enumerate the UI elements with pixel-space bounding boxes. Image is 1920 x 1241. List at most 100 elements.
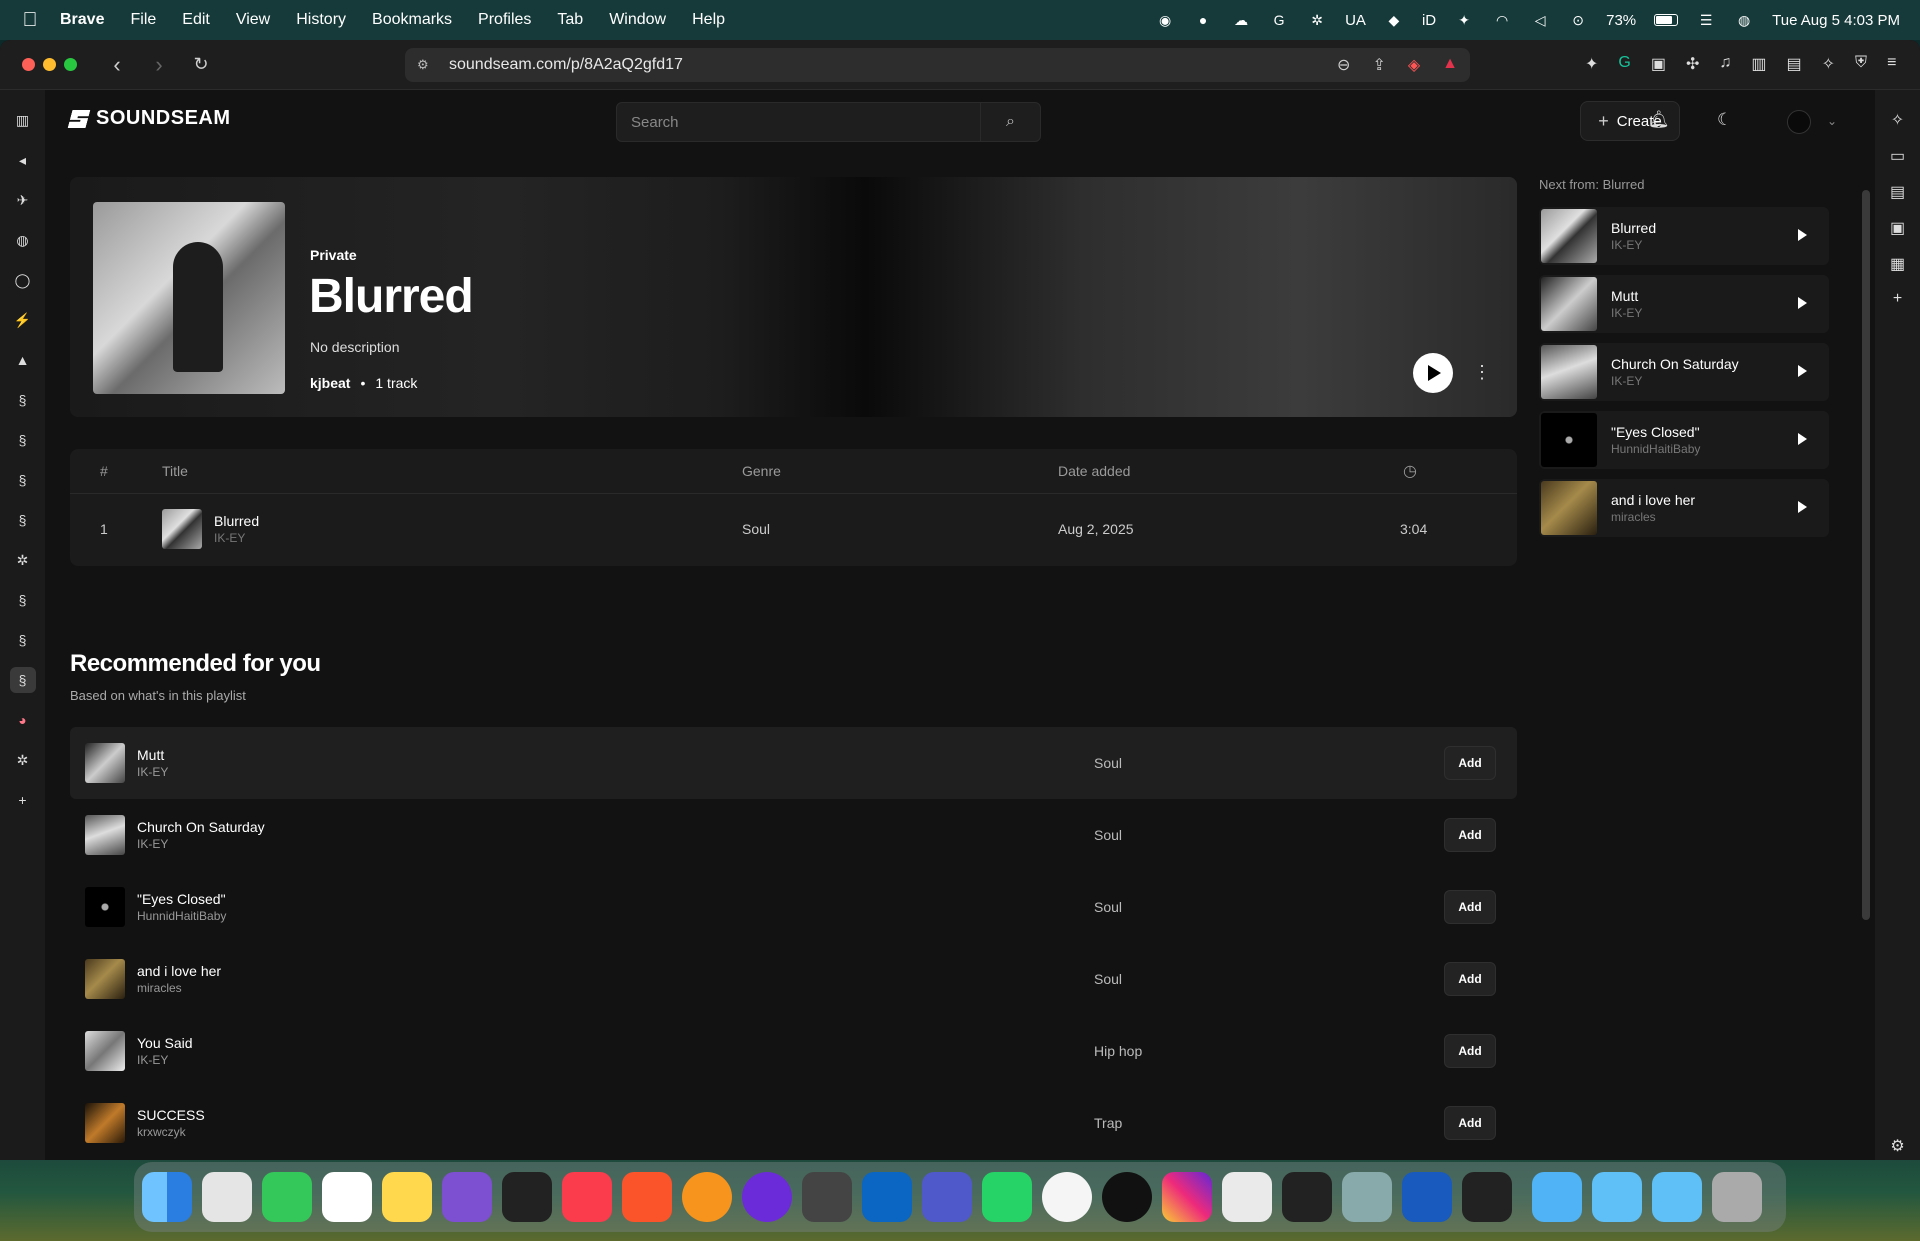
folder-icon[interactable]: [1592, 1172, 1642, 1222]
track-title[interactable]: You Said: [137, 1035, 193, 1051]
media-icon[interactable]: ▭: [1886, 146, 1910, 166]
track-artist[interactable]: miracles: [137, 981, 221, 995]
add-panel-icon[interactable]: +: [1886, 290, 1910, 308]
play-icon[interactable]: [1798, 433, 1807, 445]
gift-icon[interactable]: ✦: [1454, 10, 1474, 30]
pinned-tab-icon[interactable]: ◕: [10, 707, 36, 733]
finder-icon[interactable]: [142, 1172, 192, 1222]
brave-shields-icon[interactable]: ◈: [1408, 55, 1420, 75]
leo-ai-icon[interactable]: ✧: [1822, 54, 1835, 74]
track-title[interactable]: Mutt: [137, 747, 168, 763]
add-tab-icon[interactable]: +: [10, 787, 36, 813]
track-title[interactable]: SUCCESS: [137, 1107, 205, 1123]
word-icon[interactable]: [1402, 1172, 1452, 1222]
id-badge[interactable]: iD: [1422, 12, 1436, 29]
instagram-icon[interactable]: [1162, 1172, 1212, 1222]
soundseam-tab-icon[interactable]: §: [10, 467, 36, 493]
soundseam-tab-icon[interactable]: §: [10, 507, 36, 533]
id-app-icon[interactable]: [1462, 1172, 1512, 1222]
control-center-icon[interactable]: ☰: [1696, 10, 1716, 30]
extension-icon[interactable]: ▣: [1651, 54, 1666, 74]
apple-icon[interactable]: : [0, 9, 60, 32]
avatar[interactable]: [1787, 110, 1811, 134]
sidebar-panel-icon[interactable]: ▥: [10, 107, 36, 133]
col-genre[interactable]: Genre: [742, 463, 781, 479]
app-icon[interactable]: [742, 1172, 792, 1222]
menubar-extra-icon[interactable]: ●: [1193, 10, 1213, 30]
launchpad-icon[interactable]: [202, 1172, 252, 1222]
add-button[interactable]: Add: [1444, 890, 1496, 924]
list-item[interactable]: You Said IK-EY Hip hop Add: [70, 1015, 1517, 1087]
soundseam-tab-icon[interactable]: §: [10, 427, 36, 453]
play-icon[interactable]: [1798, 501, 1807, 513]
address-bar[interactable]: ⚙ soundseam.com/p/8A2aQ2gfd17 ⊖ ⇪ ◈ ▲: [405, 48, 1470, 82]
play-icon[interactable]: [1798, 365, 1807, 377]
add-button[interactable]: Add: [1444, 962, 1496, 996]
app-icon[interactable]: [1222, 1172, 1272, 1222]
forward-icon[interactable]: ›: [149, 52, 169, 78]
whatsapp-icon[interactable]: [982, 1172, 1032, 1222]
list-item[interactable]: Mutt IK-EY Soul Add: [70, 727, 1517, 799]
soundseam-tab-icon[interactable]: §: [10, 587, 36, 613]
app-icon[interactable]: [502, 1172, 552, 1222]
trash-icon[interactable]: [1712, 1172, 1762, 1222]
menu-app-name[interactable]: Brave: [60, 11, 104, 29]
messages-icon[interactable]: [262, 1172, 312, 1222]
leo-icon[interactable]: ✧: [1886, 110, 1910, 130]
piano-icon[interactable]: [1282, 1172, 1332, 1222]
cloud-icon[interactable]: ☁: [1231, 10, 1251, 30]
app-icon[interactable]: [1102, 1172, 1152, 1222]
pinned-tab-icon[interactable]: ✈: [10, 187, 36, 213]
queue-item[interactable]: and i love her miracles: [1539, 479, 1829, 537]
col-date-added[interactable]: Date added: [1058, 463, 1130, 479]
queue-item[interactable]: Church On Saturday IK-EY: [1539, 343, 1829, 401]
menu-view[interactable]: View: [236, 11, 270, 29]
battery-icon[interactable]: [1654, 14, 1679, 26]
menu-file[interactable]: File: [130, 11, 156, 29]
soundseam-tab-icon[interactable]: §: [9, 667, 36, 693]
wallet-icon[interactable]: ▤: [1787, 54, 1802, 74]
menu-help[interactable]: Help: [692, 11, 725, 29]
zoom-window-button[interactable]: [64, 58, 77, 71]
track-artist[interactable]: IK-EY: [214, 531, 259, 545]
grammarly-extension-icon[interactable]: G: [1618, 54, 1630, 74]
menu-tab[interactable]: Tab: [557, 11, 583, 29]
menu-history[interactable]: History: [296, 11, 346, 29]
github-desktop-icon[interactable]: [442, 1172, 492, 1222]
menu-bookmarks[interactable]: Bookmarks: [372, 11, 452, 29]
input-source[interactable]: UA: [1345, 12, 1366, 29]
siri-icon[interactable]: ◍: [1734, 10, 1754, 30]
pinned-tab-icon[interactable]: ⚡: [10, 307, 36, 333]
soundseam-tab-icon[interactable]: §: [10, 387, 36, 413]
play-icon[interactable]: [1798, 229, 1807, 241]
volume-icon[interactable]: ◁: [1530, 10, 1550, 30]
soundseam-tab-icon[interactable]: §: [10, 627, 36, 653]
openai-icon[interactable]: ✲: [1307, 10, 1327, 30]
track-title[interactable]: and i love her: [137, 963, 221, 979]
pinned-tab-icon[interactable]: ▲: [10, 347, 36, 373]
list-item[interactable]: and i love her miracles Soul Add: [70, 943, 1517, 1015]
track-title[interactable]: "Eyes Closed": [137, 891, 226, 907]
vpn-shield-icon[interactable]: ⛨: [1855, 54, 1867, 74]
share-icon[interactable]: ⇪: [1372, 55, 1385, 75]
list-item[interactable]: SUCCESS krxwczyk Trap Add: [70, 1087, 1517, 1159]
puzzle-icon[interactable]: ✣: [1686, 54, 1699, 74]
table-row[interactable]: 1 Blurred IK-EY Soul Aug 2, 2025 3:04: [70, 494, 1517, 564]
openai-tab-icon[interactable]: ✲: [10, 547, 36, 573]
more-options-icon[interactable]: ⋮: [1473, 362, 1491, 383]
teams-icon[interactable]: [922, 1172, 972, 1222]
reload-icon[interactable]: ↻: [191, 54, 211, 75]
bell-icon[interactable]: 🔔︎: [1648, 110, 1670, 130]
queue-item[interactable]: "Eyes Closed" HunnidHaitiBaby: [1539, 411, 1829, 469]
zoom-out-icon[interactable]: ⊖: [1337, 55, 1350, 75]
reading-list-icon[interactable]: ▦: [1886, 254, 1910, 274]
play-circle-icon[interactable]: ⊙: [1568, 10, 1588, 30]
notes-icon[interactable]: [382, 1172, 432, 1222]
owner-link[interactable]: kjbeat: [310, 375, 350, 391]
add-button[interactable]: Add: [1444, 1106, 1496, 1140]
openai-tab-icon[interactable]: ✲: [10, 747, 36, 773]
add-button[interactable]: Add: [1444, 818, 1496, 852]
add-button[interactable]: Add: [1444, 1034, 1496, 1068]
play-icon[interactable]: [1798, 297, 1807, 309]
track-artist[interactable]: IK-EY: [137, 1053, 193, 1067]
